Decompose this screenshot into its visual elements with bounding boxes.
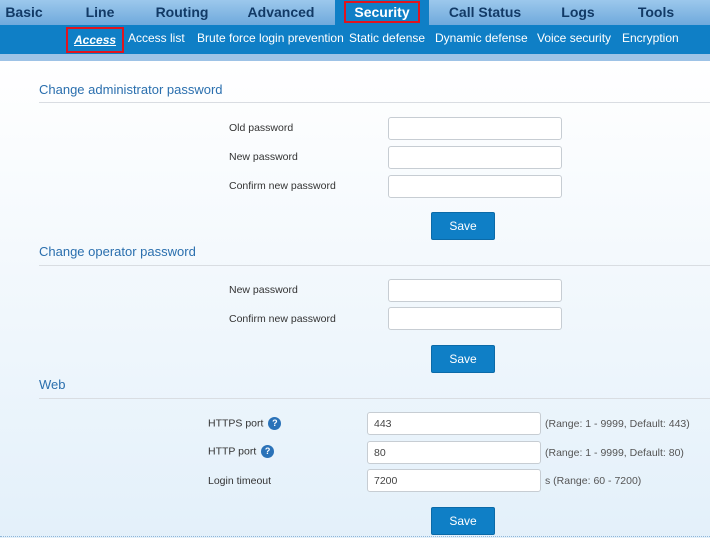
https-port-hint: (Range: 1 - 9999, Default: 443)	[545, 418, 690, 430]
operator-password-divider	[39, 265, 710, 266]
operator-save-button[interactable]: Save	[431, 345, 495, 373]
admin-confirm-password-label: Confirm new password	[229, 180, 336, 192]
web-divider	[39, 398, 710, 399]
sub-nav: Access Access list Brute force login pre…	[0, 25, 710, 54]
tab-basic[interactable]: Basic	[0, 0, 48, 25]
bottom-dotted-divider	[0, 536, 710, 537]
subnav-item-voice-security-label: Voice security	[537, 31, 612, 45]
subnav-item-brute-force-label: Brute force login prevention	[197, 31, 344, 45]
tab-routing-label: Routing	[155, 4, 209, 20]
admin-old-password-label: Old password	[229, 122, 294, 134]
admin-confirm-password-input[interactable]	[388, 175, 562, 198]
tab-line-label: Line	[85, 4, 115, 20]
tab-logs[interactable]: Logs	[548, 0, 608, 25]
admin-password-title: Change administrator password	[39, 82, 223, 97]
subnav-item-access-label: Access	[66, 27, 125, 53]
login-timeout-label: Login timeout	[208, 475, 272, 487]
subnav-item-encryption[interactable]: Encryption	[622, 25, 679, 54]
web-save-button[interactable]: Save	[431, 507, 495, 535]
admin-old-password-input[interactable]	[388, 117, 562, 140]
https-port-input[interactable]	[367, 412, 541, 435]
subnav-item-brute-force[interactable]: Brute force login prevention	[197, 25, 344, 54]
tab-basic-label: Basic	[5, 4, 43, 20]
tab-security[interactable]: Security	[335, 0, 429, 25]
main-content	[0, 61, 710, 538]
subnav-item-access[interactable]: Access	[66, 25, 125, 54]
subnav-item-dynamic-defense[interactable]: Dynamic defense	[435, 25, 528, 54]
admin-new-password-label: New password	[229, 151, 298, 163]
http-port-input[interactable]	[367, 441, 541, 464]
operator-confirm-password-input[interactable]	[388, 307, 562, 330]
operator-new-password-label: New password	[229, 284, 298, 296]
operator-new-password-input[interactable]	[388, 279, 562, 302]
subnav-item-access-list-label: Access list	[128, 31, 185, 45]
help-icon[interactable]: ?	[268, 417, 282, 430]
tab-routing[interactable]: Routing	[146, 0, 218, 25]
admin-new-password-input[interactable]	[388, 146, 562, 169]
tab-call-status[interactable]: Call Status	[440, 0, 530, 25]
http-port-label: HTTP port ?	[208, 445, 275, 458]
admin-save-button[interactable]: Save	[431, 212, 495, 240]
tab-security-label: Security	[344, 1, 420, 23]
https-port-label: HTTPS port ?	[208, 417, 282, 430]
login-timeout-hint: s (Range: 60 - 7200)	[545, 475, 642, 487]
tab-call-status-label: Call Status	[448, 4, 522, 20]
http-port-label-text: HTTP port	[208, 445, 257, 458]
http-port-hint: (Range: 1 - 9999, Default: 80)	[545, 447, 684, 459]
tab-logs-label: Logs	[561, 4, 595, 20]
operator-confirm-password-label: Confirm new password	[229, 313, 336, 325]
web-title: Web	[39, 377, 66, 392]
operator-password-title: Change operator password	[39, 244, 196, 259]
subnav-item-encryption-label: Encryption	[622, 31, 679, 45]
help-icon[interactable]: ?	[261, 445, 275, 458]
https-port-label-text: HTTPS port	[208, 417, 264, 430]
subnav-item-access-list[interactable]: Access list	[128, 25, 185, 54]
subnav-item-voice-security[interactable]: Voice security	[537, 25, 611, 54]
tab-tools-label: Tools	[637, 4, 675, 20]
tab-line[interactable]: Line	[72, 0, 128, 25]
login-timeout-input[interactable]	[367, 469, 541, 492]
top-nav: Basic Line Routing Advanced Security Cal…	[0, 0, 710, 26]
subnav-item-static-defense-label: Static defense	[349, 31, 426, 45]
subnav-divider-bar	[0, 54, 710, 61]
subnav-item-dynamic-defense-label: Dynamic defense	[435, 31, 528, 45]
tab-advanced-label: Advanced	[247, 4, 315, 20]
admin-password-divider	[39, 102, 710, 103]
tab-tools[interactable]: Tools	[628, 0, 684, 25]
subnav-item-static-defense[interactable]: Static defense	[349, 25, 425, 54]
tab-advanced[interactable]: Advanced	[238, 0, 324, 25]
